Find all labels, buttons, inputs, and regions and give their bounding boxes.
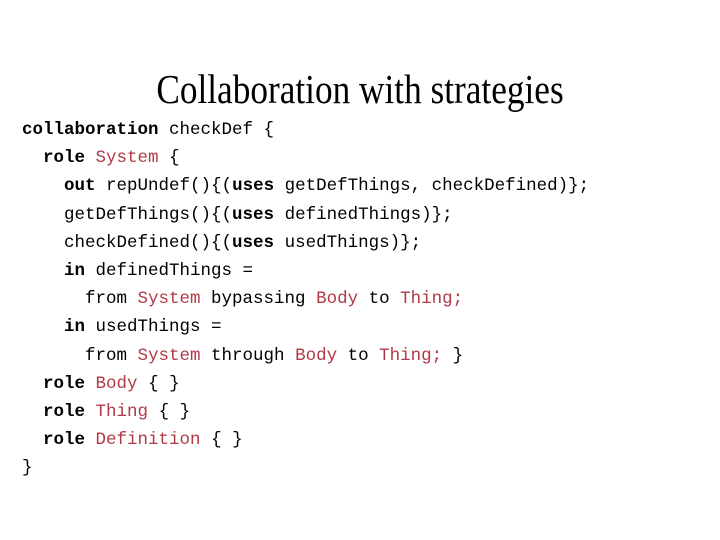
- code-token-role: System: [137, 289, 201, 310]
- code-token-plain: { }: [148, 401, 191, 422]
- code-token-role: Thing;: [379, 345, 443, 366]
- code-token-plain: getDefThings, checkDefined)};: [274, 176, 590, 197]
- code-line: role Definition { }: [22, 426, 712, 454]
- code-token-role: Definition: [95, 430, 201, 451]
- code-line: getDefThings(){(uses definedThings)};: [22, 201, 712, 229]
- code-line: role System {: [22, 144, 712, 172]
- code-token-role: Thing: [95, 401, 149, 422]
- code-line: }: [22, 454, 712, 482]
- code-line: in definedThings =: [22, 257, 712, 285]
- code-token-plain: }: [442, 345, 464, 366]
- code-token-role: System: [95, 148, 159, 169]
- code-token-plain: checkDef {: [169, 120, 275, 140]
- code-line: from System bypassing Body to Thing;: [22, 285, 712, 313]
- code-token-plain: getDefThings(){(: [22, 204, 233, 225]
- code-token-plain: }: [22, 458, 33, 479]
- code-token-plain: through: [200, 345, 296, 366]
- code-token-plain: to: [358, 289, 401, 310]
- code-token-plain: { }: [137, 373, 180, 394]
- page-title: Collaboration with strategies: [156, 66, 564, 113]
- code-token-role: System: [137, 345, 201, 366]
- code-token-plain: to: [337, 345, 380, 366]
- code-token-plain: checkDefined(){(: [22, 232, 233, 253]
- code-line: role Body { }: [22, 370, 712, 398]
- code-token-plain: definedThings)};: [274, 204, 453, 225]
- code-token-role: Body: [295, 345, 338, 366]
- code-token-plain: definedThings =: [85, 260, 254, 281]
- code-line: checkDefined(){(uses usedThings)};: [22, 229, 712, 257]
- code-token-kw: role: [43, 148, 86, 169]
- code-token-plain: from: [22, 345, 138, 366]
- code-token-plain: usedThings)};: [274, 232, 422, 253]
- code-token-role: Thing;: [400, 289, 464, 310]
- code-token-kw: uses: [232, 232, 275, 253]
- code-token-plain: bypassing: [200, 289, 317, 310]
- code-token-kw: collaboration: [22, 120, 159, 140]
- code-token-kw: uses: [232, 204, 275, 225]
- code-token-kw: role: [43, 373, 86, 394]
- code-token-plain: repUndef(){(: [95, 176, 233, 197]
- code-token-kw: role: [43, 401, 86, 422]
- code-token-plain: usedThings =: [85, 317, 222, 338]
- code-line: out repUndef(){(uses getDefThings, check…: [22, 172, 712, 200]
- code-block: collaboration checkDef { role System { o…: [22, 116, 712, 482]
- code-token-kw: in: [64, 317, 86, 338]
- code-token-kw: out: [64, 176, 96, 197]
- code-token-kw: in: [64, 260, 86, 281]
- code-line: role Thing { }: [22, 398, 712, 426]
- code-token-role: Body: [95, 373, 138, 394]
- code-line: from System through Body to Thing; }: [22, 342, 712, 370]
- code-token-plain: {: [158, 148, 180, 169]
- code-line: in usedThings =: [22, 313, 712, 341]
- code-token-role: Body: [316, 289, 359, 310]
- code-token-kw: uses: [232, 176, 275, 197]
- code-line: collaboration checkDef {: [22, 116, 712, 144]
- code-token-plain: from: [22, 289, 138, 310]
- presentation-slide: Collaboration with strategies collaborat…: [0, 0, 720, 540]
- code-token-plain: { }: [200, 430, 243, 451]
- code-token-kw: role: [43, 430, 86, 451]
